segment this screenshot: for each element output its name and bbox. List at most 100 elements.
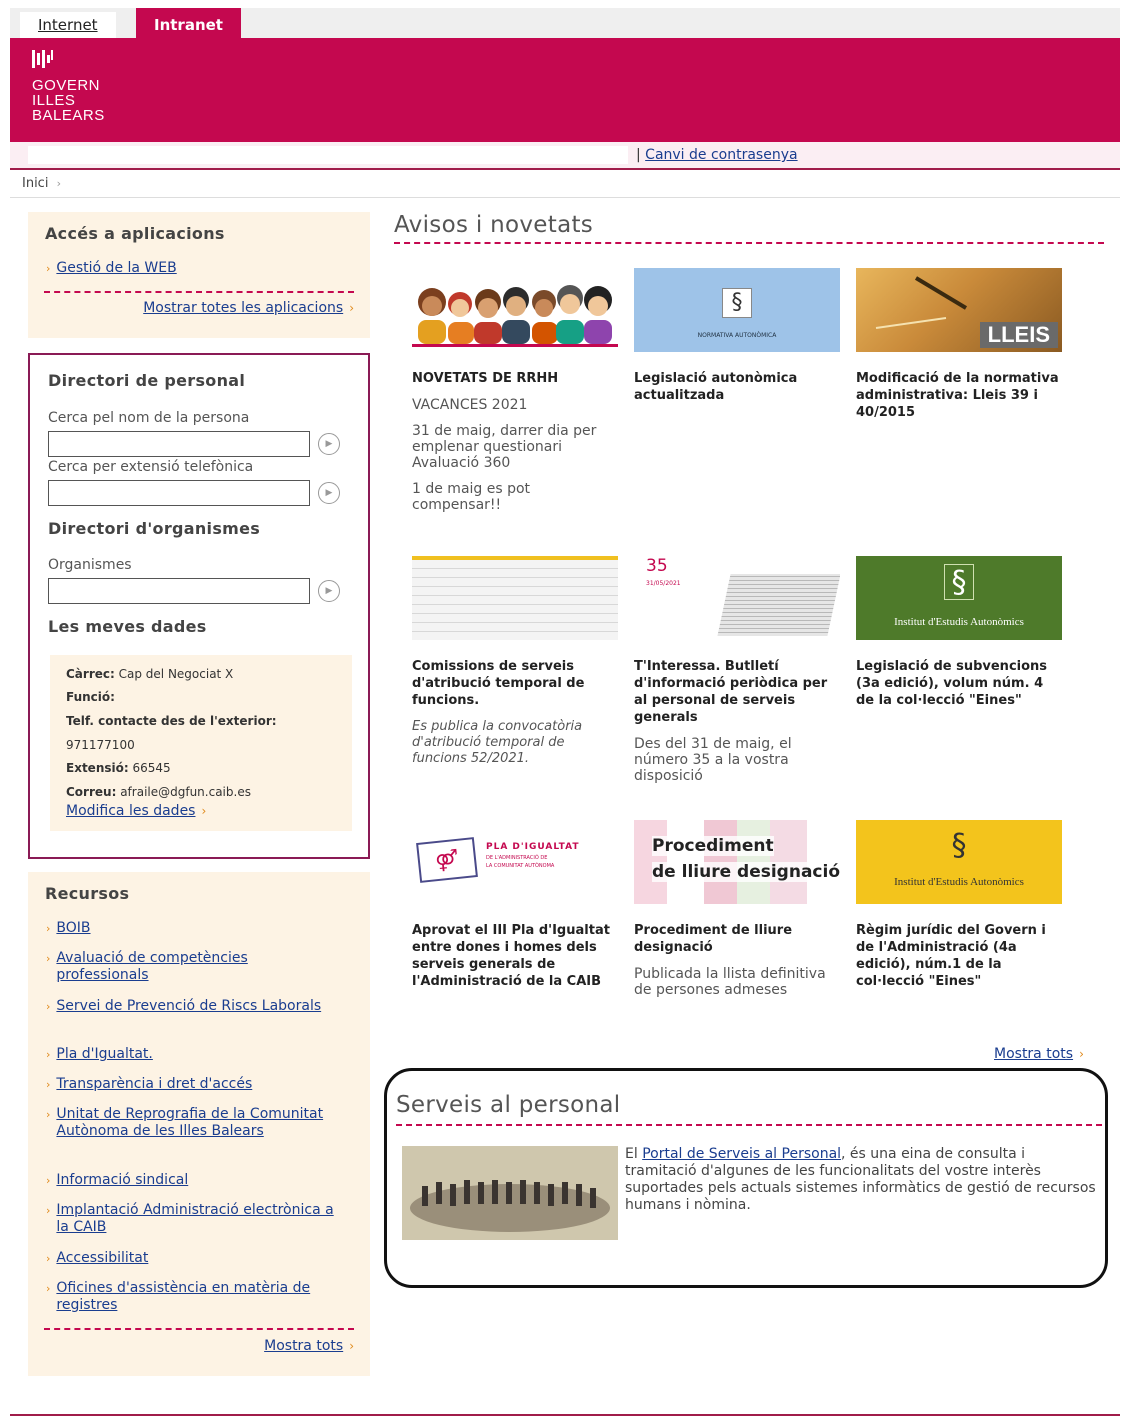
services-group-photo[interactable] [402,1146,618,1240]
arrow-right-icon: › [201,804,207,818]
breadcrumb-home[interactable]: Inici [22,176,48,191]
news-card-image-normativa: § NORMATIVA AUTONÒMICA [634,268,840,352]
yellow-strip [412,556,618,560]
news-card[interactable]: ⚤ PLA D'IGUALTAT DE L'ADMINISTRACIÓ DE L… [412,820,618,990]
divider [44,291,354,293]
news-card-image-iea-yellow: § Institut d'Estudis Autonòmics [856,820,1062,904]
news-card-text: VACANCES 2021 [412,397,528,413]
top-tabs: Internet Intranet [10,8,1120,38]
search-ext-input[interactable] [48,480,310,506]
resource-link-avaluacio[interactable]: Avaluació de competències professionals [56,950,336,984]
bullet-icon: › [46,1204,51,1217]
mydata-edit: Modifica les dades › [66,803,206,819]
resource-link-oficines[interactable]: Oficines d'assistència en matèria de reg… [56,1280,336,1314]
bullet-icon: › [46,1108,51,1121]
show-all-resources: Mostra tots › [264,1338,354,1354]
show-all-resources-link[interactable]: Mostra tots [264,1338,343,1354]
news-card-image-iea-green: § Institut d'Estudis Autonòmics [856,556,1062,640]
news-card-title[interactable]: Procediment de lliure designació [634,922,840,956]
image-caption-1: PLA D'IGUALTAT [486,842,580,852]
separator: | [636,147,641,163]
tab-internet[interactable]: Internet [20,12,116,38]
resource-item: › Servei de Prevenció de Riscs Laborals [46,998,356,1015]
news-card-title[interactable]: Legislació de subvencions (3a edició), v… [856,658,1062,709]
show-all-news: Mostra tots › [994,1046,1084,1062]
redacted-user-info [28,146,628,164]
divider [44,1328,354,1330]
news-card-image-igualtat: ⚤ PLA D'IGUALTAT DE L'ADMINISTRACIÓ DE L… [412,820,618,904]
news-card[interactable]: Comissions de serveis d'atribució tempor… [412,556,618,767]
services-title: Serveis al personal [396,1092,621,1118]
footer-line [10,1414,1120,1416]
news-card[interactable]: 35 31/05/2021 T'Interessa. Butlletí d'in… [634,556,840,784]
resource-link-prevencio[interactable]: Servei de Prevenció de Riscs Laborals [56,998,336,1015]
user-bar: | Canvi de contrasenya [10,142,1120,170]
show-all-apps: Mostrar totes les aplicacions › [143,300,354,316]
change-password-link[interactable]: Canvi de contrasenya [645,147,797,163]
resources-panel: Recursos › BOIB › Avaluació de competèncie… [28,872,370,1376]
resource-item: › Pla d'Igualtat. [46,1046,356,1063]
user-bar-links: | Canvi de contrasenya [636,147,798,163]
resource-link-accessibilitat[interactable]: Accessibilitat [56,1250,336,1267]
equality-symbol-icon: ⚤ [416,837,478,883]
services-divider [396,1124,1102,1126]
resource-item: › Implantació Administració electrònica a… [46,1202,356,1236]
mydata-title: Les meves dades [48,617,207,636]
org-label: Organismes [48,557,132,573]
resource-item: › Unitat de Reprografia de la Comunitat A… [46,1106,356,1140]
header-banner: GOVERN ILLES BALEARS [10,38,1120,142]
news-card-title[interactable]: Comissions de serveis d'atribució tempor… [412,658,618,709]
resource-link-administracio-electronica[interactable]: Implantació Administració electrònica a … [56,1202,336,1236]
resource-item: › Oficines d'assistència en matèria de re… [46,1280,356,1314]
resource-link-sindical[interactable]: Informació sindical [56,1172,336,1189]
resource-link-transparencia[interactable]: Transparència i dret d'accés [56,1076,336,1093]
org-go-icon[interactable]: ▶ [318,580,340,602]
news-card[interactable]: LLEIS Modificació de la normativa admini… [856,268,1062,421]
resource-link-reprografia[interactable]: Unitat de Reprografia de la Comunitat Au… [56,1106,336,1140]
app-item: › Gestió de la WEB [46,260,177,276]
news-title: Avisos i novetats [394,212,594,238]
news-card[interactable]: § NORMATIVA AUTONÒMICA Legislació autonò… [634,268,840,404]
news-card-title[interactable]: Modificació de la normativa administrati… [856,370,1062,421]
news-card[interactable]: § Institut d'Estudis Autonòmics Règim ju… [856,820,1062,990]
section-sign-icon: § [944,564,974,600]
paper-stack-icon [717,574,840,636]
mydata-carrec: Càrrec: Cap del Negociat X [66,667,234,681]
mydata-funcio: Funció: [66,690,115,704]
org-input[interactable] [48,578,310,604]
news-card[interactable]: § Institut d'Estudis Autonòmics Legislac… [856,556,1062,709]
app-link-gestio-web[interactable]: Gestió de la WEB [56,260,176,276]
arrow-right-icon: › [1079,1047,1084,1061]
services-portal-link[interactable]: Portal de Serveis al Personal [642,1146,841,1162]
show-all-apps-link[interactable]: Mostrar totes les aplicacions [143,300,343,316]
news-card-title[interactable]: Aprovat el III Pla d'Igualtat entre done… [412,922,618,990]
tab-intranet[interactable]: Intranet [136,8,241,38]
breadcrumb-separator: › [56,177,61,190]
show-all-news-link[interactable]: Mostra tots [994,1046,1073,1062]
search-name-input[interactable] [48,431,310,457]
resource-item: › Avaluació de competències professionals [46,950,356,984]
search-ext-go-icon[interactable]: ▶ [318,482,340,504]
arrow-right-icon: › [349,1339,354,1353]
image-caption: Institut d'Estudis Autonòmics [894,876,1024,888]
bullet-icon: › [46,1252,51,1265]
image-caption-2: de lliure designació [652,862,840,882]
news-card-image-spreadsheet [412,556,618,640]
news-card[interactable]: NOVETATS DE RRHH VACANCES 2021 31 de mai… [412,268,618,513]
news-card-text: Publicada la llista definitiva de person… [634,966,826,998]
news-card[interactable]: Procediment de lliure designació Procedi… [634,820,840,998]
news-card-title[interactable]: Règim jurídic del Govern i de l'Administ… [856,922,1062,990]
news-card-title[interactable]: NOVETATS DE RRHH [412,370,618,387]
news-card-title[interactable]: Legislació autonòmica actualitzada [634,370,840,404]
news-card-text: Es publica la convocatòria d'atribució t… [412,719,583,766]
resource-link-igualtat[interactable]: Pla d'Igualtat. [56,1046,336,1063]
news-card-title[interactable]: T'Interessa. Butlletí d'informació periò… [634,658,840,726]
govern-logo[interactable]: GOVERN ILLES BALEARS [32,50,105,123]
search-name-go-icon[interactable]: ▶ [318,433,340,455]
edit-data-link[interactable]: Modifica les dades [66,803,195,819]
section-sign-icon: § [722,288,752,318]
org-directory-title: Directori d'organismes [48,519,261,538]
news-card-image-lliure-designacio: Procediment de lliure designació [634,820,840,904]
resource-link-boib[interactable]: BOIB [56,920,336,937]
image-caption: LLEIS [979,322,1058,348]
